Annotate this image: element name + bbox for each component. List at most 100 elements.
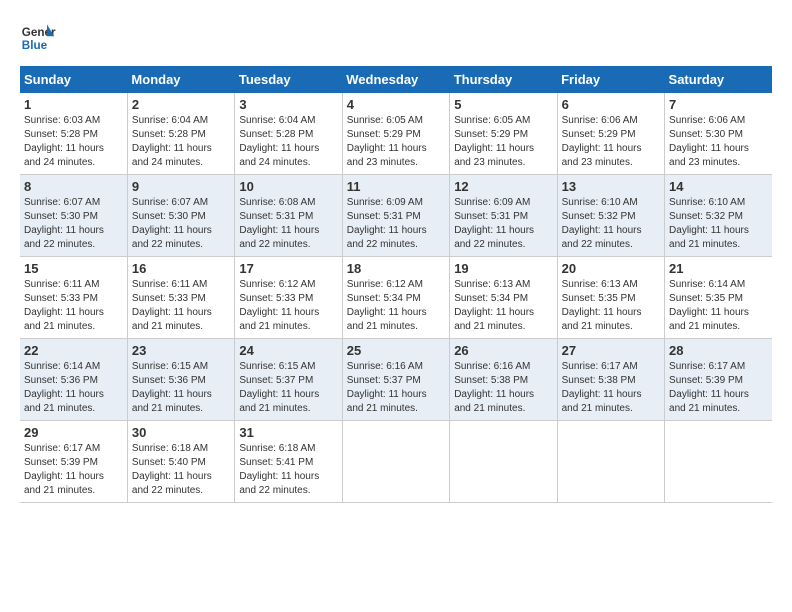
week-row-5: 29 Sunrise: 6:17 AM Sunset: 5:39 PM Dayl… — [20, 421, 772, 503]
day-number: 17 — [239, 261, 337, 276]
calendar-cell: 14 Sunrise: 6:10 AM Sunset: 5:32 PM Dayl… — [665, 175, 772, 257]
day-info: Sunrise: 6:03 AM Sunset: 5:28 PM Dayligh… — [24, 114, 123, 170]
day-number: 16 — [132, 261, 230, 276]
week-row-4: 22 Sunrise: 6:14 AM Sunset: 5:36 PM Dayl… — [20, 339, 772, 421]
day-info: Sunrise: 6:11 AM Sunset: 5:33 PM Dayligh… — [24, 278, 123, 334]
calendar-cell: 15 Sunrise: 6:11 AM Sunset: 5:33 PM Dayl… — [20, 257, 127, 339]
calendar-cell: 12 Sunrise: 6:09 AM Sunset: 5:31 PM Dayl… — [450, 175, 557, 257]
day-number: 18 — [347, 261, 445, 276]
calendar-cell: 16 Sunrise: 6:11 AM Sunset: 5:33 PM Dayl… — [127, 257, 234, 339]
day-number: 3 — [239, 97, 337, 112]
calendar-cell: 24 Sunrise: 6:15 AM Sunset: 5:37 PM Dayl… — [235, 339, 342, 421]
calendar-cell: 20 Sunrise: 6:13 AM Sunset: 5:35 PM Dayl… — [557, 257, 664, 339]
day-info: Sunrise: 6:12 AM Sunset: 5:34 PM Dayligh… — [347, 278, 445, 334]
day-info: Sunrise: 6:05 AM Sunset: 5:29 PM Dayligh… — [454, 114, 552, 170]
day-number: 27 — [562, 343, 660, 358]
calendar-cell — [450, 421, 557, 503]
calendar-cell: 18 Sunrise: 6:12 AM Sunset: 5:34 PM Dayl… — [342, 257, 449, 339]
calendar-cell: 6 Sunrise: 6:06 AM Sunset: 5:29 PM Dayli… — [557, 93, 664, 175]
calendar-cell: 19 Sunrise: 6:13 AM Sunset: 5:34 PM Dayl… — [450, 257, 557, 339]
day-info: Sunrise: 6:17 AM Sunset: 5:39 PM Dayligh… — [24, 442, 123, 498]
calendar-cell: 26 Sunrise: 6:16 AM Sunset: 5:38 PM Dayl… — [450, 339, 557, 421]
day-info: Sunrise: 6:08 AM Sunset: 5:31 PM Dayligh… — [239, 196, 337, 252]
week-row-3: 15 Sunrise: 6:11 AM Sunset: 5:33 PM Dayl… — [20, 257, 772, 339]
calendar-table: SundayMondayTuesdayWednesdayThursdayFrid… — [20, 66, 772, 503]
day-info: Sunrise: 6:07 AM Sunset: 5:30 PM Dayligh… — [24, 196, 123, 252]
calendar-cell: 23 Sunrise: 6:15 AM Sunset: 5:36 PM Dayl… — [127, 339, 234, 421]
day-number: 20 — [562, 261, 660, 276]
calendar-cell: 8 Sunrise: 6:07 AM Sunset: 5:30 PM Dayli… — [20, 175, 127, 257]
week-row-1: 1 Sunrise: 6:03 AM Sunset: 5:28 PM Dayli… — [20, 93, 772, 175]
day-number: 28 — [669, 343, 768, 358]
day-info: Sunrise: 6:18 AM Sunset: 5:40 PM Dayligh… — [132, 442, 230, 498]
day-number: 10 — [239, 179, 337, 194]
calendar-cell — [557, 421, 664, 503]
day-info: Sunrise: 6:17 AM Sunset: 5:38 PM Dayligh… — [562, 360, 660, 416]
logo-icon: General Blue — [20, 20, 56, 56]
day-info: Sunrise: 6:05 AM Sunset: 5:29 PM Dayligh… — [347, 114, 445, 170]
calendar-cell: 29 Sunrise: 6:17 AM Sunset: 5:39 PM Dayl… — [20, 421, 127, 503]
calendar-cell — [665, 421, 772, 503]
day-info: Sunrise: 6:09 AM Sunset: 5:31 PM Dayligh… — [454, 196, 552, 252]
day-info: Sunrise: 6:04 AM Sunset: 5:28 PM Dayligh… — [239, 114, 337, 170]
header-row: SundayMondayTuesdayWednesdayThursdayFrid… — [20, 66, 772, 93]
day-info: Sunrise: 6:06 AM Sunset: 5:30 PM Dayligh… — [669, 114, 768, 170]
header-day-friday: Friday — [557, 66, 664, 93]
day-info: Sunrise: 6:13 AM Sunset: 5:35 PM Dayligh… — [562, 278, 660, 334]
calendar-cell: 22 Sunrise: 6:14 AM Sunset: 5:36 PM Dayl… — [20, 339, 127, 421]
day-number: 11 — [347, 179, 445, 194]
header-day-monday: Monday — [127, 66, 234, 93]
calendar-cell: 9 Sunrise: 6:07 AM Sunset: 5:30 PM Dayli… — [127, 175, 234, 257]
day-number: 29 — [24, 425, 123, 440]
calendar-cell: 21 Sunrise: 6:14 AM Sunset: 5:35 PM Dayl… — [665, 257, 772, 339]
calendar-cell: 13 Sunrise: 6:10 AM Sunset: 5:32 PM Dayl… — [557, 175, 664, 257]
week-row-2: 8 Sunrise: 6:07 AM Sunset: 5:30 PM Dayli… — [20, 175, 772, 257]
day-info: Sunrise: 6:13 AM Sunset: 5:34 PM Dayligh… — [454, 278, 552, 334]
day-info: Sunrise: 6:09 AM Sunset: 5:31 PM Dayligh… — [347, 196, 445, 252]
day-number: 30 — [132, 425, 230, 440]
day-number: 15 — [24, 261, 123, 276]
day-number: 19 — [454, 261, 552, 276]
day-info: Sunrise: 6:15 AM Sunset: 5:37 PM Dayligh… — [239, 360, 337, 416]
day-number: 2 — [132, 97, 230, 112]
day-info: Sunrise: 6:14 AM Sunset: 5:35 PM Dayligh… — [669, 278, 768, 334]
day-info: Sunrise: 6:18 AM Sunset: 5:41 PM Dayligh… — [239, 442, 337, 498]
day-number: 6 — [562, 97, 660, 112]
day-info: Sunrise: 6:06 AM Sunset: 5:29 PM Dayligh… — [562, 114, 660, 170]
calendar-cell: 25 Sunrise: 6:16 AM Sunset: 5:37 PM Dayl… — [342, 339, 449, 421]
day-number: 4 — [347, 97, 445, 112]
header-day-thursday: Thursday — [450, 66, 557, 93]
calendar-cell: 11 Sunrise: 6:09 AM Sunset: 5:31 PM Dayl… — [342, 175, 449, 257]
header-day-saturday: Saturday — [665, 66, 772, 93]
calendar-cell: 5 Sunrise: 6:05 AM Sunset: 5:29 PM Dayli… — [450, 93, 557, 175]
day-info: Sunrise: 6:10 AM Sunset: 5:32 PM Dayligh… — [562, 196, 660, 252]
calendar-cell: 1 Sunrise: 6:03 AM Sunset: 5:28 PM Dayli… — [20, 93, 127, 175]
day-number: 21 — [669, 261, 768, 276]
header-day-tuesday: Tuesday — [235, 66, 342, 93]
calendar-cell: 28 Sunrise: 6:17 AM Sunset: 5:39 PM Dayl… — [665, 339, 772, 421]
day-info: Sunrise: 6:10 AM Sunset: 5:32 PM Dayligh… — [669, 196, 768, 252]
calendar-cell: 30 Sunrise: 6:18 AM Sunset: 5:40 PM Dayl… — [127, 421, 234, 503]
svg-text:Blue: Blue — [22, 39, 48, 52]
day-number: 26 — [454, 343, 552, 358]
page-header: General Blue — [20, 20, 772, 56]
day-number: 22 — [24, 343, 123, 358]
day-number: 1 — [24, 97, 123, 112]
day-number: 23 — [132, 343, 230, 358]
day-info: Sunrise: 6:17 AM Sunset: 5:39 PM Dayligh… — [669, 360, 768, 416]
day-number: 13 — [562, 179, 660, 194]
calendar-cell: 2 Sunrise: 6:04 AM Sunset: 5:28 PM Dayli… — [127, 93, 234, 175]
calendar-cell: 17 Sunrise: 6:12 AM Sunset: 5:33 PM Dayl… — [235, 257, 342, 339]
header-day-wednesday: Wednesday — [342, 66, 449, 93]
day-info: Sunrise: 6:15 AM Sunset: 5:36 PM Dayligh… — [132, 360, 230, 416]
calendar-cell: 31 Sunrise: 6:18 AM Sunset: 5:41 PM Dayl… — [235, 421, 342, 503]
day-number: 25 — [347, 343, 445, 358]
calendar-cell: 4 Sunrise: 6:05 AM Sunset: 5:29 PM Dayli… — [342, 93, 449, 175]
day-info: Sunrise: 6:16 AM Sunset: 5:37 PM Dayligh… — [347, 360, 445, 416]
calendar-cell: 27 Sunrise: 6:17 AM Sunset: 5:38 PM Dayl… — [557, 339, 664, 421]
day-number: 24 — [239, 343, 337, 358]
calendar-cell: 3 Sunrise: 6:04 AM Sunset: 5:28 PM Dayli… — [235, 93, 342, 175]
day-number: 9 — [132, 179, 230, 194]
day-number: 7 — [669, 97, 768, 112]
day-info: Sunrise: 6:11 AM Sunset: 5:33 PM Dayligh… — [132, 278, 230, 334]
